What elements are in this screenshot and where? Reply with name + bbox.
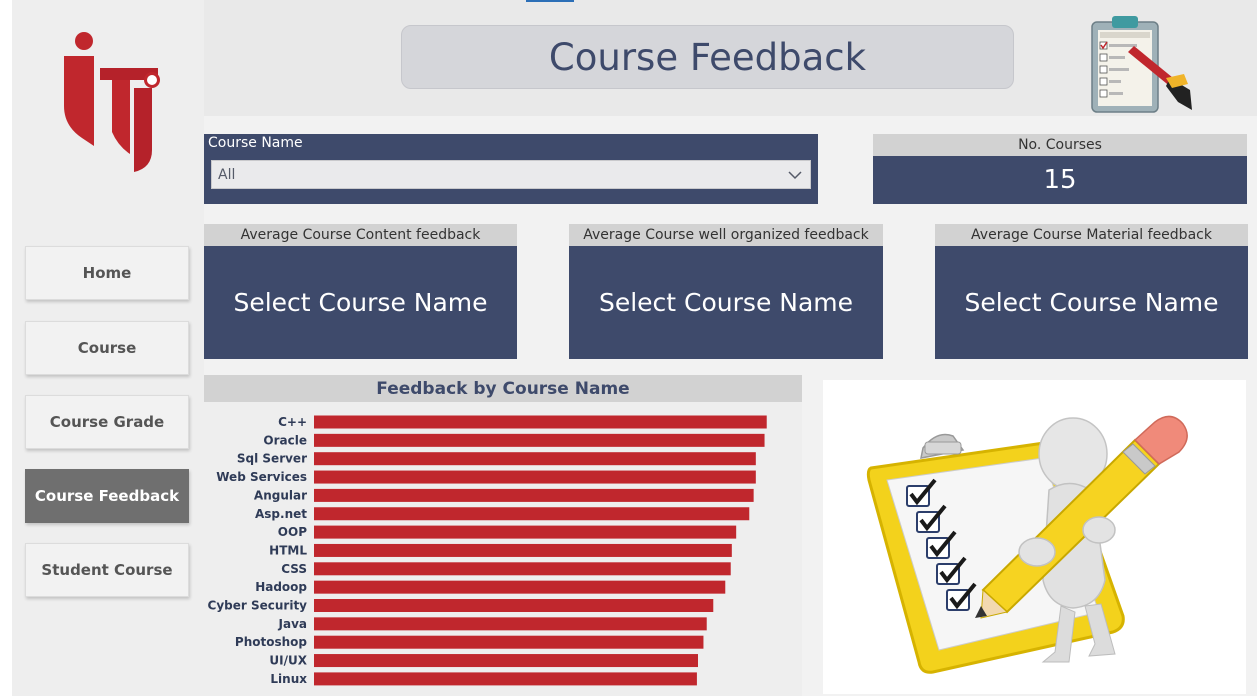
chart-bar[interactable]	[314, 488, 754, 502]
chart-category-label: Angular	[254, 488, 307, 502]
chart-bar[interactable]	[314, 635, 704, 649]
content-feedback-label: Average Course Content feedback	[204, 224, 517, 246]
chart-category-label: Hadoop	[255, 580, 307, 594]
chart-category-label: Sql Server	[237, 452, 307, 466]
chart-bar[interactable]	[314, 452, 756, 466]
chart-category-label: UI/UX	[269, 654, 307, 668]
content-feedback-value: Select Course Name	[204, 246, 517, 359]
chart-bar[interactable]	[314, 507, 750, 521]
no-courses-value: 15	[873, 156, 1247, 204]
chart-category-label: Oracle	[263, 433, 307, 447]
material-feedback-label: Average Course Material feedback	[935, 224, 1248, 246]
page-title-box: Course Feedback	[401, 25, 1014, 89]
chart-bar[interactable]	[314, 562, 731, 576]
chart-bar[interactable]	[314, 470, 756, 484]
nav-course-label: Course	[77, 339, 137, 357]
chart-title-bar: Feedback by Course Name	[204, 375, 802, 402]
chart-plot: C++ Oracle Sql Server Web Services Angular As…	[208, 415, 767, 686]
iti-logo	[64, 32, 160, 172]
chart-category-label: Asp.net	[255, 507, 307, 521]
chart-bar[interactable]	[314, 433, 765, 447]
nav-home-label: Home	[82, 264, 132, 282]
chart-category-label: Web Services	[216, 470, 307, 484]
dropdown-value: All	[218, 166, 236, 183]
nav-course-feedback-button[interactable]: Course Feedback	[25, 469, 189, 523]
chart-category-label: HTML	[269, 543, 307, 557]
feedback-chart: Feedback by Course Name C++ Oracle Sql Ser…	[204, 375, 802, 696]
well-organized-feedback-label: Average Course well organized feedback	[569, 224, 883, 246]
nav-course-feedback-label: Course Feedback	[34, 487, 180, 505]
chart-bar[interactable]	[314, 654, 698, 668]
chart-bar[interactable]	[314, 580, 726, 594]
well-organized-feedback-value: Select Course Name	[569, 246, 883, 359]
nav-course-grade-button[interactable]: Course Grade	[25, 395, 189, 449]
chart-category-label: OOP	[278, 525, 307, 539]
chart-bar[interactable]	[314, 672, 697, 686]
slicer-label: Course Name	[208, 135, 303, 151]
course-name-dropdown[interactable]: All	[211, 160, 811, 189]
nav-student-course-label: Student Course	[41, 561, 173, 579]
nav-course-grade-label: Course Grade	[49, 413, 165, 431]
chevron-down-icon[interactable]	[786, 166, 804, 184]
dashboard-canvas: Home Course Course Grade Course Feedback…	[0, 0, 1257, 696]
no-courses-label: No. Courses	[873, 134, 1247, 156]
chart-bar[interactable]	[314, 617, 707, 631]
page-title: Course Feedback	[548, 35, 867, 79]
chart-category-label: CSS	[281, 562, 307, 576]
well-organized-feedback-card: Average Course well organized feedback S…	[569, 224, 883, 359]
chart-bar[interactable]	[314, 525, 737, 539]
chart-category-label: Photoshop	[235, 635, 307, 649]
chart-title: Feedback by Course Name	[376, 378, 630, 399]
material-feedback-value: Select Course Name	[935, 246, 1248, 359]
chart-bar[interactable]	[314, 599, 714, 612]
material-feedback-card: Average Course Material feedback Select …	[935, 224, 1248, 359]
nav-home-button[interactable]: Home	[25, 246, 189, 300]
header-accent-line	[526, 0, 574, 2]
no-courses-card: No. Courses 15	[873, 134, 1247, 204]
chart-category-label: Cyber Security	[208, 599, 308, 613]
sidebar: Home Course Course Grade Course Feedback…	[12, 0, 204, 696]
satisfaction-clipboard-icon	[1091, 16, 1192, 113]
chart-category-label: Linux	[270, 672, 307, 686]
chart-category-label: C++	[278, 415, 307, 429]
content-feedback-card: Average Course Content feedback Select C…	[204, 224, 517, 359]
checklist-pencil-illustration	[823, 380, 1246, 694]
chart-bar[interactable]	[314, 543, 732, 557]
nav-student-course-button[interactable]: Student Course	[25, 543, 189, 597]
chart-category-label: Java	[278, 617, 307, 631]
course-name-slicer: Course Name All	[204, 134, 818, 204]
chart-bar[interactable]	[314, 415, 767, 429]
nav-course-button[interactable]: Course	[25, 321, 189, 375]
